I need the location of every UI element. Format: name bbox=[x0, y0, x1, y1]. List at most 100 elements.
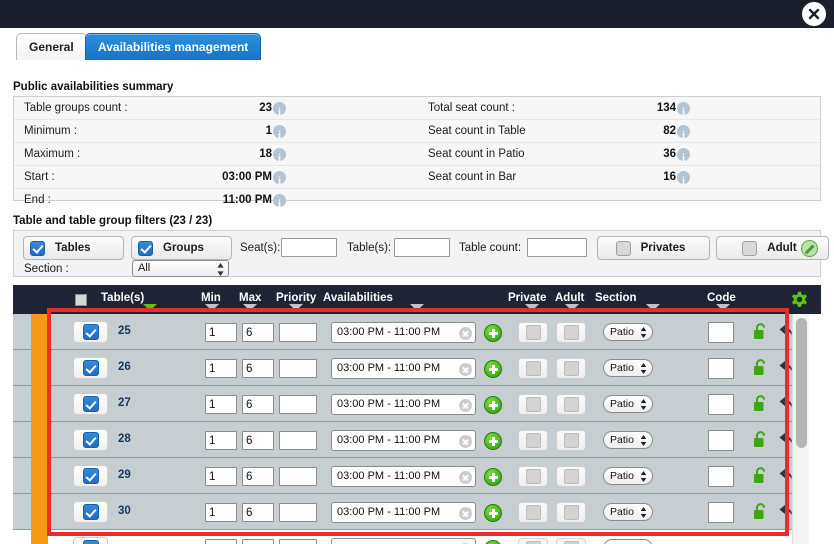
row-min-input[interactable] bbox=[205, 431, 237, 450]
row-min-input[interactable] bbox=[205, 539, 237, 544]
scrollbar-thumb[interactable] bbox=[796, 318, 807, 448]
row-max-input[interactable] bbox=[242, 503, 274, 522]
filter-tables-toggle[interactable]: Tables bbox=[23, 236, 124, 260]
clear-availability-icon[interactable] bbox=[459, 471, 472, 484]
add-availability-button[interactable] bbox=[484, 540, 502, 544]
row-code-input[interactable] bbox=[708, 502, 734, 523]
tab-availabilities-management[interactable]: Availabilities management bbox=[85, 33, 262, 60]
filter-groups-toggle[interactable]: Groups bbox=[131, 236, 232, 260]
tab-general[interactable]: General bbox=[16, 33, 87, 60]
row-private-toggle[interactable] bbox=[518, 322, 548, 343]
sort-arrow-min-icon[interactable] bbox=[205, 304, 219, 311]
filter-privates-toggle[interactable]: Privates bbox=[597, 236, 710, 260]
row-section-select[interactable] bbox=[603, 539, 653, 544]
column-header-code[interactable]: Code bbox=[707, 292, 736, 304]
sort-arrow-availabilities-icon[interactable] bbox=[410, 304, 424, 311]
row-select-checkbox[interactable] bbox=[73, 465, 108, 487]
info-icon[interactable] bbox=[677, 147, 690, 170]
sort-arrow-adult-icon[interactable] bbox=[565, 304, 579, 311]
info-icon[interactable] bbox=[273, 193, 286, 216]
row-priority-input[interactable] bbox=[279, 359, 317, 378]
row-code-input[interactable] bbox=[708, 466, 734, 487]
row-adult-toggle[interactable] bbox=[556, 394, 586, 415]
row-section-select[interactable]: Patio bbox=[603, 467, 653, 485]
column-header-priority[interactable]: Priority bbox=[276, 292, 316, 304]
row-min-input[interactable] bbox=[205, 503, 237, 522]
sort-arrow-code-icon[interactable] bbox=[716, 304, 730, 311]
column-header-min[interactable]: Min bbox=[201, 292, 221, 304]
table-count-input[interactable] bbox=[527, 238, 587, 257]
sort-arrow-section-icon[interactable] bbox=[646, 304, 660, 311]
info-icon[interactable] bbox=[677, 170, 690, 193]
row-code-input[interactable] bbox=[708, 394, 734, 415]
settings-gear-icon[interactable] bbox=[790, 291, 809, 310]
row-select-checkbox[interactable] bbox=[73, 393, 108, 415]
unlock-icon[interactable] bbox=[753, 431, 768, 448]
row-section-select[interactable]: Patio bbox=[603, 431, 653, 449]
row-availability-field[interactable]: 03:00 PM - 11:00 PM bbox=[331, 322, 476, 343]
info-icon[interactable] bbox=[677, 101, 690, 124]
unlock-icon[interactable] bbox=[753, 467, 768, 484]
row-code-input[interactable] bbox=[708, 358, 734, 379]
row-min-input[interactable] bbox=[205, 323, 237, 342]
row-code-input[interactable] bbox=[708, 430, 734, 451]
column-header-max[interactable]: Max bbox=[239, 292, 261, 304]
row-adult-toggle[interactable] bbox=[556, 502, 586, 523]
unlock-icon[interactable] bbox=[753, 503, 768, 520]
row-min-input[interactable] bbox=[205, 467, 237, 486]
row-min-input[interactable] bbox=[205, 359, 237, 378]
clear-availability-icon[interactable] bbox=[459, 399, 472, 412]
row-max-input[interactable] bbox=[242, 431, 274, 450]
row-max-input[interactable] bbox=[242, 359, 274, 378]
row-max-input[interactable] bbox=[242, 395, 274, 414]
seats-input[interactable] bbox=[281, 238, 337, 257]
column-header-section[interactable]: Section bbox=[595, 292, 637, 304]
info-icon[interactable] bbox=[273, 170, 286, 193]
row-section-select[interactable]: Patio bbox=[603, 503, 653, 521]
row-section-select[interactable]: Patio bbox=[603, 395, 653, 413]
sort-arrow-priority-icon[interactable] bbox=[289, 304, 303, 311]
grid-vertical-scrollbar[interactable] bbox=[792, 314, 809, 544]
row-section-select[interactable]: Patio bbox=[603, 359, 653, 377]
prohibited-icon[interactable] bbox=[801, 240, 818, 257]
row-private-toggle[interactable] bbox=[518, 358, 548, 379]
row-adult-toggle[interactable] bbox=[556, 430, 586, 451]
row-code-input[interactable] bbox=[708, 322, 734, 343]
info-icon[interactable] bbox=[677, 124, 690, 147]
clear-availability-icon[interactable] bbox=[459, 363, 472, 376]
add-availability-button[interactable] bbox=[484, 468, 502, 486]
row-select-checkbox[interactable] bbox=[73, 537, 108, 544]
table-row[interactable]: 25 03:00 PM - 11:00 PM Patio bbox=[13, 314, 803, 350]
row-min-input[interactable] bbox=[205, 395, 237, 414]
add-availability-button[interactable] bbox=[484, 396, 502, 414]
row-private-toggle[interactable] bbox=[518, 538, 548, 544]
add-availability-button[interactable] bbox=[484, 360, 502, 378]
table-row[interactable]: 28 03:00 PM - 11:00 PM Patio bbox=[13, 422, 803, 458]
row-priority-input[interactable] bbox=[279, 431, 317, 450]
clear-availability-icon[interactable] bbox=[459, 507, 472, 520]
unlock-icon[interactable] bbox=[753, 359, 768, 376]
row-max-input[interactable] bbox=[242, 323, 274, 342]
row-availability-field[interactable] bbox=[331, 538, 476, 544]
close-button[interactable] bbox=[802, 2, 826, 26]
clear-availability-icon[interactable] bbox=[459, 435, 472, 448]
row-priority-input[interactable] bbox=[279, 467, 317, 486]
row-adult-toggle[interactable] bbox=[556, 322, 586, 343]
table-row[interactable]: 29 03:00 PM - 11:00 PM Patio bbox=[13, 458, 803, 494]
row-priority-input[interactable] bbox=[279, 323, 317, 342]
row-select-checkbox[interactable] bbox=[73, 321, 108, 343]
row-priority-input[interactable] bbox=[279, 503, 317, 522]
info-icon[interactable] bbox=[273, 147, 286, 170]
info-icon[interactable] bbox=[273, 124, 286, 147]
row-priority-input[interactable] bbox=[279, 539, 317, 544]
sort-arrow-private-icon[interactable] bbox=[525, 304, 539, 311]
table-row-partial[interactable] bbox=[13, 530, 803, 544]
column-header-availabilities[interactable]: Availabilities bbox=[323, 292, 393, 304]
row-select-checkbox[interactable] bbox=[73, 501, 108, 523]
table-row[interactable]: 26 03:00 PM - 11:00 PM Patio bbox=[13, 350, 803, 386]
column-header-tables[interactable]: Table(s) bbox=[101, 292, 144, 304]
section-filter-select[interactable]: All bbox=[132, 260, 229, 277]
row-adult-toggle[interactable] bbox=[556, 466, 586, 487]
add-availability-button[interactable] bbox=[484, 504, 502, 522]
row-availability-field[interactable]: 03:00 PM - 11:00 PM bbox=[331, 502, 476, 523]
